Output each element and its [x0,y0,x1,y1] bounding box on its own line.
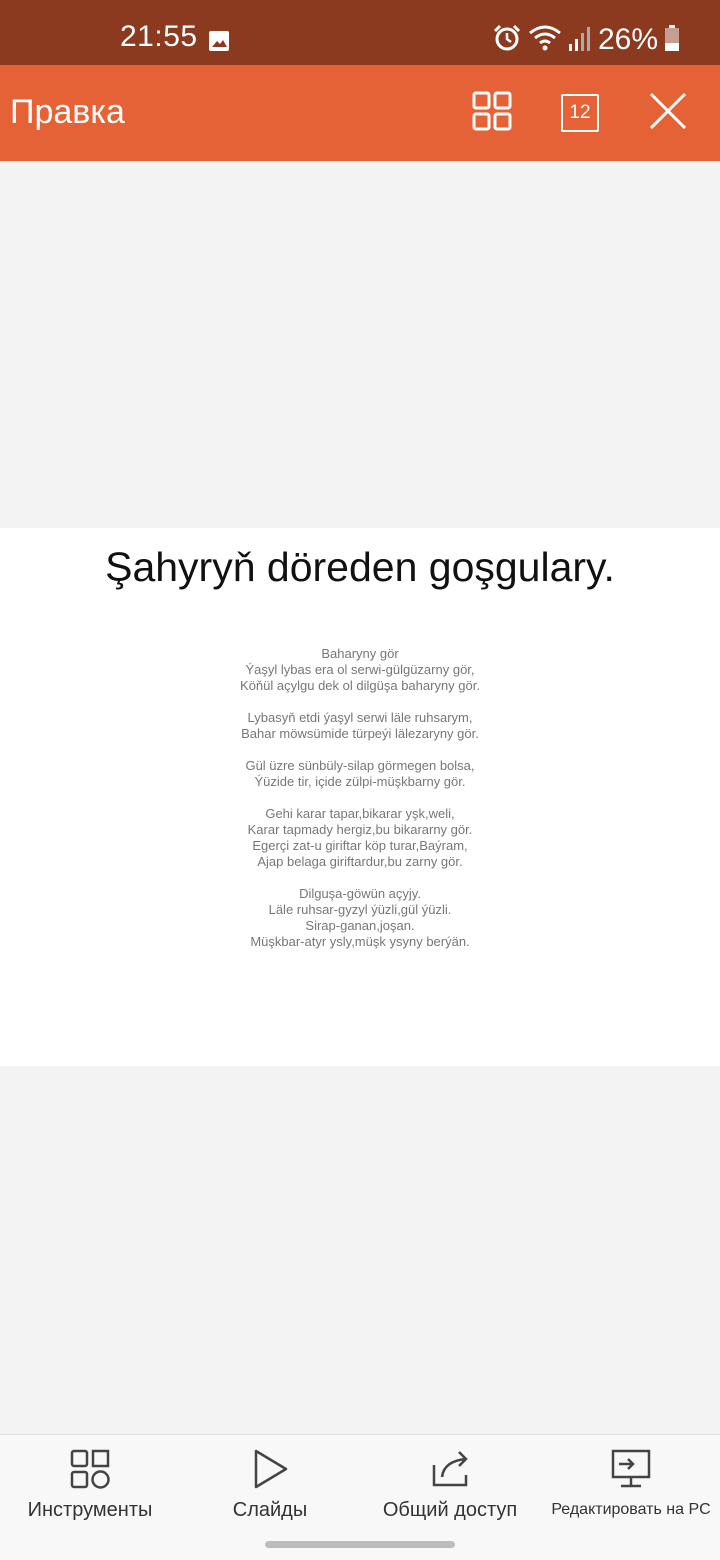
poem-line: Bahar möwsümide türpeýi lälezaryny gör. [241,726,479,741]
poem-line: Ajap belaga giriftardur,bu zarny gör. [257,854,463,869]
grid-view-icon [472,91,512,136]
battery-icon [664,24,680,57]
poem-line: Lybasyň etdi ýaşyl serwi läle ruhsarym, [247,710,473,725]
poem-line: Egerçi zat-u giriftar köp turar,Baýram, [252,838,468,853]
poem-line: Baharyny gör [321,646,399,661]
poem-line: Dilguşa-göwün açyjy. [299,886,421,901]
slide[interactable]: Şahyryň döreden goşgulary. Baharyny gör … [0,528,720,1066]
play-icon [248,1447,292,1491]
bottom-bar: Инструменты Слайды Общий доступ Редактир… [0,1434,720,1530]
image-icon [208,30,230,52]
share-button[interactable]: Общий доступ [380,1435,520,1530]
edit-on-pc-label: Редактировать на PC [551,1501,711,1518]
tools-label: Инструменты [27,1499,153,1521]
poem-line: Karar tapmady hergiz,bu bikararny gör. [247,822,473,837]
close-icon [648,91,688,136]
stanza: Gehi karar tapar,bikarar yşk,weli, Karar… [0,806,720,870]
poem-line: Müşkbar-atyr ysly,müşk ysyny berýän. [250,934,470,949]
share-icon [428,1447,472,1491]
grid-view-button[interactable] [470,91,514,135]
poem-line: Ýüzide tir, içide zülpi-müşkbarny gör. [254,774,466,789]
wifi-icon [528,23,562,58]
stanza: Baharyny gör Ýaşyl lybas era ol serwi-gü… [0,646,720,694]
tools-icon [68,1447,112,1491]
edit-on-pc-icon [609,1447,653,1491]
tools-button[interactable]: Инструменты [20,1435,160,1530]
status-bar: 21:55 26% [0,0,720,65]
poem-line: Sirap-ganan,joşan. [305,918,415,933]
slides-button[interactable]: Слайды [210,1435,330,1530]
page-count: 12 [569,102,591,123]
stanza: Gül üzre sünbüly-silap görmegen bolsa, Ý… [0,758,720,790]
edit-on-pc-button[interactable]: Редактировать на PC [548,1435,714,1530]
alarm-icon [492,23,522,58]
signal-icon [568,24,592,57]
stanza: Dilguşa-göwün açyjy. Läle ruhsar-gyzyl ý… [0,886,720,950]
slide-body[interactable]: Baharyny gör Ýaşyl lybas era ol serwi-gü… [0,646,720,966]
page-count-button[interactable]: 12 [558,91,602,135]
share-label: Общий доступ [382,1499,518,1521]
close-button[interactable] [646,91,690,135]
toolbar: Правка 12 [0,65,720,161]
slide-title[interactable]: Şahyryň döreden goşgulary. [0,544,720,591]
poem-line: Gehi karar tapar,bikarar yşk,weli, [265,806,455,821]
home-indicator[interactable] [265,1541,455,1548]
status-time: 21:55 [120,20,198,53]
poem-line: Ýaşyl lybas era ol serwi-gülgüzarny gör, [245,662,475,677]
battery-percent: 26% [597,23,658,56]
toolbar-title: Правка [10,93,125,131]
poem-line: Köňül açylgu dek ol dilgüşa baharyny gör… [240,678,480,693]
poem-line: Läle ruhsar-gyzyl ýüzli,gül ýüzli. [268,902,452,917]
slides-label: Слайды [232,1499,308,1521]
status-icons: 26% [492,20,680,60]
slide-canvas[interactable]: Şahyryň döreden goşgulary. Baharyny gör … [0,161,720,1434]
poem-line: Gül üzre sünbüly-silap görmegen bolsa, [245,758,475,773]
page-count-icon: 12 [561,94,599,132]
stanza: Lybasyň etdi ýaşyl serwi läle ruhsarym, … [0,710,720,742]
